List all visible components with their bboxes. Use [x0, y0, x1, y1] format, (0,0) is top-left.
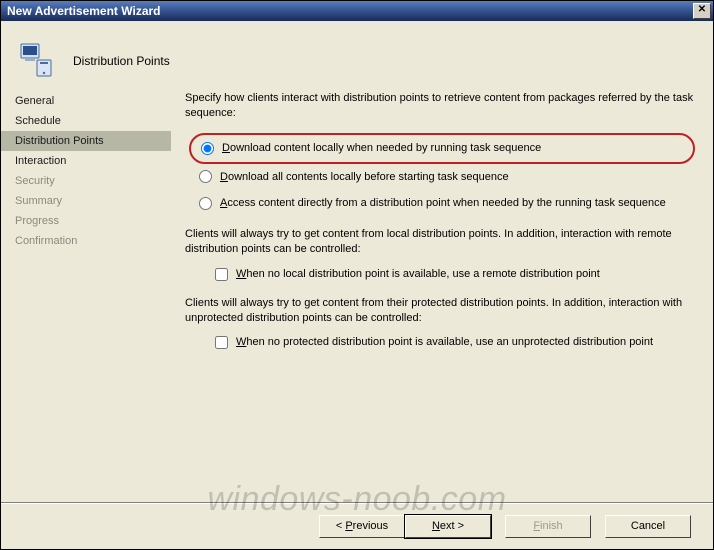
sidebar-item-label: Schedule: [15, 115, 61, 127]
prev-next-pair: < Previous Next >: [319, 515, 491, 538]
close-button[interactable]: ✕: [693, 3, 711, 19]
sidebar-item-schedule[interactable]: Schedule: [1, 111, 171, 131]
use-remote-dp-checkbox[interactable]: [215, 268, 228, 281]
radio-download-needed[interactable]: [201, 142, 214, 155]
unprotected-dp-checkbox-row: When no protected distribution point is …: [215, 335, 695, 350]
sidebar-item-label: General: [15, 95, 54, 107]
page-title: Distribution Points: [73, 54, 170, 68]
wizard-content: General Schedule Distribution Points Intera…: [1, 81, 713, 503]
close-icon: ✕: [698, 4, 706, 15]
sidebar-item-interaction[interactable]: Interaction: [1, 151, 171, 171]
use-unprotected-dp-label[interactable]: When no protected distribution point is …: [236, 335, 653, 350]
window-title: New Advertisement Wizard: [7, 4, 161, 18]
cancel-button[interactable]: Cancel: [605, 515, 691, 538]
dp-mode-radio-group: Download content locally when needed by …: [199, 133, 695, 218]
intro-text: Specify how clients interact with distri…: [185, 91, 695, 121]
radio-row-download-needed: Download content locally when needed by …: [189, 133, 695, 164]
sidebar-item-general[interactable]: General: [1, 91, 171, 111]
sidebar-item-confirmation[interactable]: Confirmation: [1, 231, 171, 251]
radio-download-all[interactable]: [199, 170, 212, 183]
radio-label-access-direct[interactable]: Access content directly from a distribut…: [220, 196, 666, 211]
sidebar-item-security[interactable]: Security: [1, 171, 171, 191]
wizard-sidebar: General Schedule Distribution Points Intera…: [1, 81, 171, 503]
use-remote-dp-label[interactable]: When no local distribution point is avai…: [236, 267, 600, 282]
radio-label-download-needed[interactable]: Download content locally when needed by …: [222, 141, 541, 156]
wizard-button-bar: < Previous Next > Finish Cancel: [1, 502, 713, 549]
sidebar-item-distribution-points[interactable]: Distribution Points: [1, 131, 171, 151]
radio-row-download-all: Download all contents locally before sta…: [199, 164, 695, 191]
finish-button[interactable]: Finish: [505, 515, 591, 538]
titlebar: New Advertisement Wizard ✕: [1, 1, 713, 21]
sidebar-item-label: Interaction: [15, 155, 66, 167]
wizard-window: New Advertisement Wizard ✕ Distribution …: [0, 0, 714, 550]
remote-dp-checkbox-row: When no local distribution point is avai…: [215, 267, 695, 282]
sidebar-item-progress[interactable]: Progress: [1, 211, 171, 231]
previous-button[interactable]: < Previous: [319, 515, 405, 538]
sidebar-item-label: Confirmation: [15, 235, 77, 247]
sidebar-item-summary[interactable]: Summary: [1, 191, 171, 211]
sidebar-item-label: Security: [15, 175, 55, 187]
distribution-points-icon: [15, 40, 57, 82]
wizard-main: Specify how clients interact with distri…: [171, 81, 713, 503]
protected-dp-note: Clients will always try to get content f…: [185, 296, 695, 326]
next-button[interactable]: Next >: [405, 515, 491, 538]
sidebar-item-label: Distribution Points: [15, 135, 104, 147]
radio-row-access-direct: Access content directly from a distribut…: [199, 190, 695, 217]
sidebar-item-label: Progress: [15, 215, 59, 227]
radio-access-direct[interactable]: [199, 197, 212, 210]
remote-dp-note: Clients will always try to get content f…: [185, 227, 695, 257]
use-unprotected-dp-checkbox[interactable]: [215, 336, 228, 349]
sidebar-item-label: Summary: [15, 195, 62, 207]
radio-label-download-all[interactable]: Download all contents locally before sta…: [220, 170, 509, 185]
